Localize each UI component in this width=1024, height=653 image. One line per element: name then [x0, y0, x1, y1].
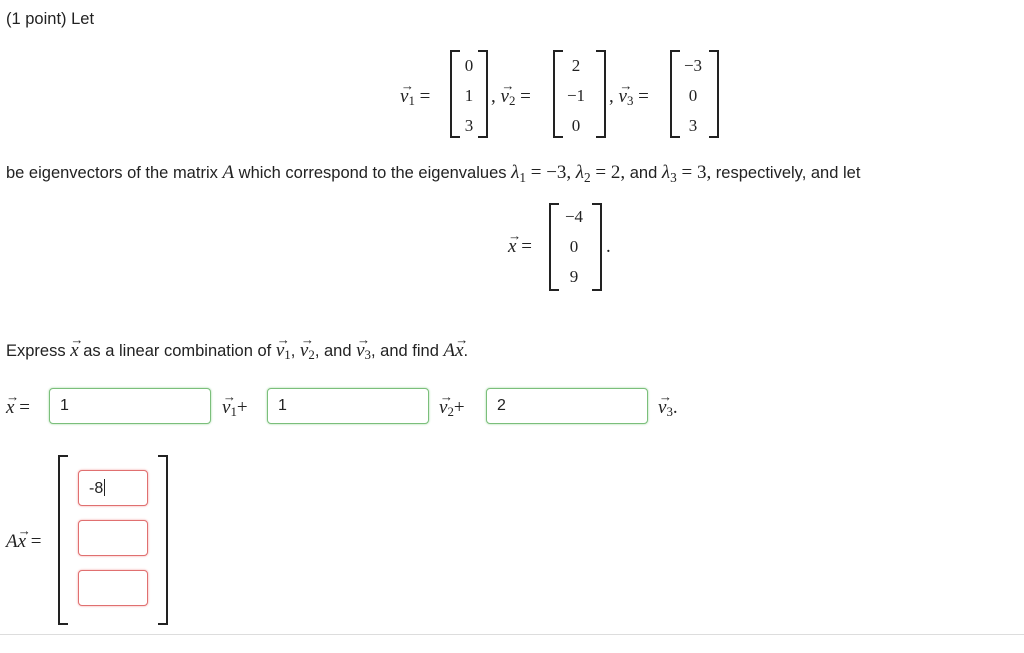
v3-right-bracket	[709, 50, 719, 138]
combo-x-label: x =	[6, 389, 30, 419]
ax-right-bracket	[158, 455, 168, 625]
text-caret	[104, 479, 106, 496]
eigenvalue-sentence: be eigenvectors of the matrix A which co…	[6, 162, 861, 185]
v1-label: v1 =	[400, 78, 430, 109]
coefficient-3-input[interactable]: 2	[486, 388, 648, 424]
instruction-text: Express x as a linear combination of v1,…	[6, 332, 468, 363]
ax-entry-3-input[interactable]	[78, 570, 148, 606]
bottom-divider	[0, 634, 1024, 635]
x-label: x =	[508, 228, 532, 258]
x-entry-3: 9	[569, 267, 579, 286]
coefficient-1-input[interactable]: 1	[49, 388, 211, 424]
combo-v2-term: v2+	[439, 389, 465, 420]
ax-entry-1-input[interactable]: -8	[78, 470, 148, 506]
x-right-bracket	[592, 203, 602, 291]
ax-entry-2-input[interactable]	[78, 520, 148, 556]
v3-entry-3: 3	[688, 116, 698, 135]
problem-points-header: (1 point) Let	[6, 10, 95, 28]
v2-entry-2: −1	[566, 86, 586, 105]
x-entry-2: 0	[569, 237, 579, 256]
ax-left-bracket	[58, 455, 68, 625]
v3-entry-1: −3	[683, 56, 703, 75]
v2-right-bracket	[596, 50, 606, 138]
v1-right-bracket	[478, 50, 488, 138]
x-period: .	[606, 236, 611, 257]
coefficient-2-input[interactable]: 1	[267, 388, 429, 424]
v2-entry-1: 2	[571, 56, 581, 75]
v2-entry-3: 0	[571, 116, 581, 135]
ax-label: Ax =	[6, 523, 42, 553]
combo-v1-term: v1+	[222, 389, 248, 420]
v3-entry-2: 0	[688, 86, 698, 105]
v3-label: , v3 =	[609, 78, 649, 109]
v2-label: , v2 =	[491, 78, 531, 109]
combo-v3-term: v3.	[658, 389, 678, 420]
x-entry-1: −4	[564, 207, 584, 226]
